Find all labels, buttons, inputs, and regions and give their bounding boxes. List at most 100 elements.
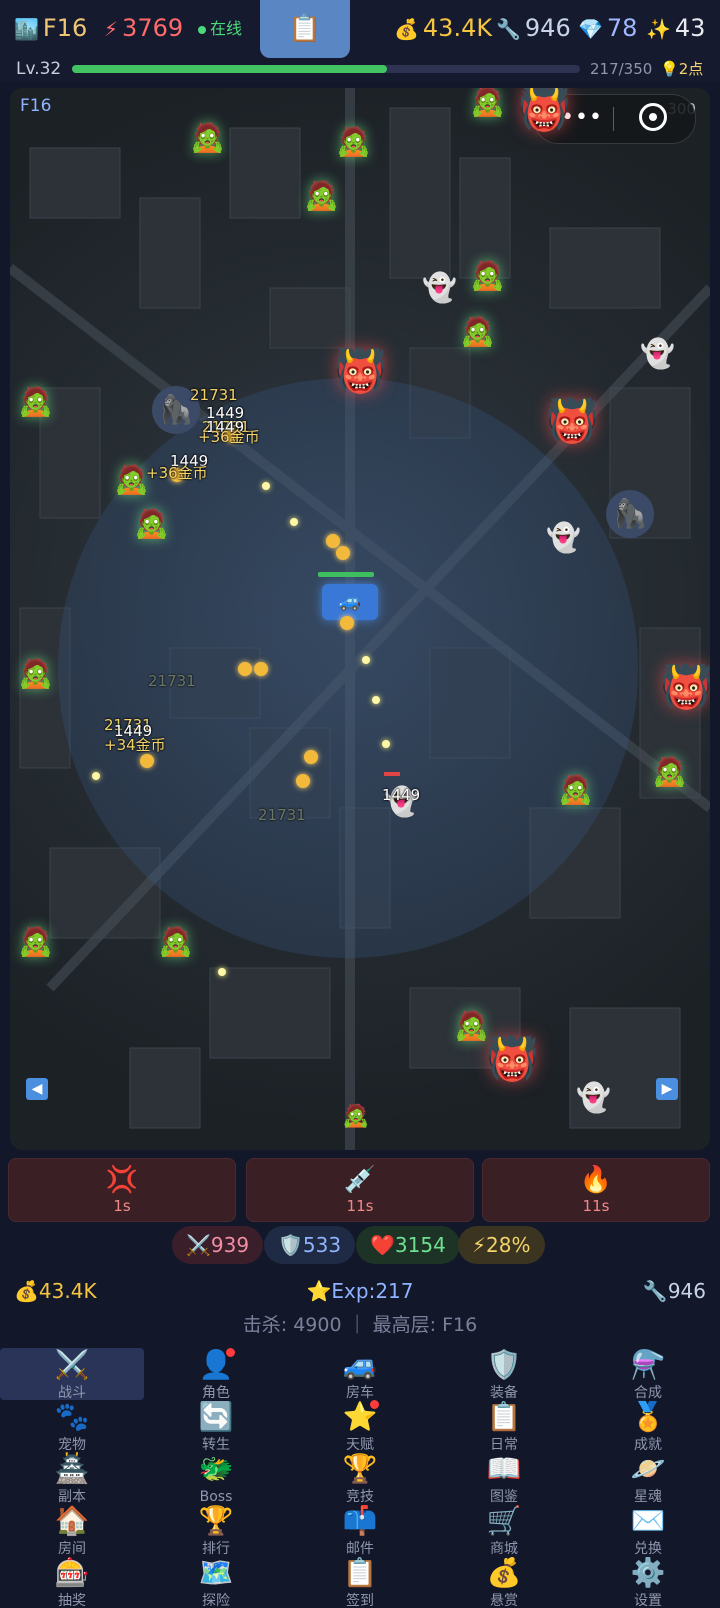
castle-icon: 🏯 [54, 1452, 90, 1485]
menu-item-battle[interactable]: ⚔️ 战斗 [0, 1348, 144, 1400]
heart-icon: ❤️ [370, 1233, 395, 1257]
menu-item-label: 签到 [346, 1593, 374, 1608]
menu-item-checkin[interactable]: 📋 签到 [288, 1556, 432, 1608]
menu-item-daily[interactable]: 📋 日常 [432, 1400, 576, 1452]
menu-item-codex[interactable]: 📖 图鉴 [432, 1452, 576, 1504]
floor-value: F16 [42, 14, 88, 42]
zombie-enemy: 🧟 [18, 385, 53, 418]
zombie-enemy: 🧟 [470, 259, 505, 292]
menu-item-pet[interactable]: 🐾 宠物 [0, 1400, 144, 1452]
menu-item-boss[interactable]: 🐲 Boss [144, 1452, 288, 1504]
clipboard-button[interactable]: 📋 [260, 0, 350, 58]
skill-slot-3[interactable]: 🔥 11s [482, 1158, 710, 1222]
gold-value: 43.4K [422, 14, 493, 42]
menu-item-lottery[interactable]: 🎰 抽奖 [0, 1556, 144, 1608]
gold-gain-text: +36金币 [198, 428, 260, 446]
menu-item-achievement[interactable]: 🏅 成就 [576, 1400, 720, 1452]
zombie-enemy: 🧟 [158, 925, 193, 958]
skill-slot-1[interactable]: 💢 1s [8, 1158, 236, 1222]
zombie-enemy: 🧟 [18, 657, 53, 690]
menu-item-star-soul[interactable]: 🪐 星魂 [576, 1452, 720, 1504]
defense-value: 533 [302, 1233, 342, 1257]
close-target-icon[interactable] [639, 103, 667, 131]
gem-stat: 💎 78 [578, 12, 637, 45]
menu-item-label: 图鉴 [490, 1489, 518, 1504]
oni-boss-enemy: 👹 [660, 662, 710, 711]
online-status: 在线 [198, 18, 242, 40]
money-bag-icon: 💰 [486, 1556, 522, 1589]
menu-item-label: 合成 [634, 1385, 662, 1400]
menu-item-equipment[interactable]: 🛡️ 装备 [432, 1348, 576, 1400]
clipboard-icon: 📋 [342, 1556, 378, 1589]
sparkles-icon: ✨ [646, 17, 671, 41]
enemy-hp-bar [384, 772, 400, 776]
bullet-projectile [262, 482, 270, 490]
menu-item-label: 房间 [58, 1541, 86, 1556]
bullet-projectile [362, 656, 370, 664]
menu-item-dungeon[interactable]: 🏯 副本 [0, 1452, 144, 1504]
scroll-left-button[interactable]: ◀ [26, 1078, 48, 1100]
menu-item-explore[interactable]: 🗺️ 探险 [144, 1556, 288, 1608]
building-icon: 🏙️ [14, 17, 39, 41]
star-icon: ⭐ [306, 1279, 332, 1303]
menu-item-label: 商城 [490, 1541, 518, 1556]
menu-item-label: 副本 [58, 1489, 86, 1504]
anger-icon: 💢 [105, 1165, 139, 1195]
menu-item-bounty[interactable]: 💰 悬赏 [432, 1556, 576, 1608]
menu-item-mail[interactable]: 📫 邮件 [288, 1504, 432, 1556]
menu-item-room[interactable]: 🏠 房间 [0, 1504, 144, 1556]
oni-boss-enemy: 👹 [518, 88, 571, 133]
menu-item-crafting[interactable]: ⚗️ 合成 [576, 1348, 720, 1400]
menu-item-character[interactable]: 👤 角色 [144, 1348, 288, 1400]
menu-item-talent[interactable]: ⭐ 天赋 [288, 1400, 432, 1452]
menu-item-rv[interactable]: 🚙 房车 [288, 1348, 432, 1400]
menu-item-label: 邮件 [346, 1541, 374, 1556]
skill-cooldown: 1s [113, 1197, 131, 1215]
map-icon: 🗺️ [198, 1556, 234, 1589]
paw-icon: 🐾 [54, 1400, 90, 1433]
medal-icon: 🏅 [630, 1400, 666, 1433]
menu-item-ranking[interactable]: 🏆 排行 [144, 1504, 288, 1556]
level-label: Lv.32 [16, 59, 62, 79]
star-icon: ⭐ [342, 1400, 378, 1433]
lightning-icon: ⚡ [472, 1233, 487, 1257]
bullet-projectile [372, 696, 380, 704]
menu-item-redeem[interactable]: ✉️ 兑换 [576, 1504, 720, 1556]
zombie-enemy: 🧟 [470, 88, 505, 118]
tool-value: 946 [524, 14, 571, 42]
skill-slot-2[interactable]: 💉 11s [246, 1158, 474, 1222]
money-bag-icon: 💰 [394, 17, 419, 41]
exp-progress-fill [72, 65, 387, 73]
wrench-icon: 🔧 [642, 1279, 668, 1303]
gold-gain-text: +34金币 [104, 736, 166, 754]
menu-item-shop[interactable]: 🛒 商城 [432, 1504, 576, 1556]
player-rv: 🚙 [322, 584, 378, 620]
menu-item-arena[interactable]: 🏆 竞技 [288, 1452, 432, 1504]
skill-points[interactable]: 💡2点 [660, 58, 703, 80]
scroll-right-button[interactable]: ▶ [656, 1078, 678, 1100]
menu-item-label: 装备 [490, 1385, 518, 1400]
menu-item-rebirth[interactable]: 🔄 转生 [144, 1400, 288, 1452]
house-icon: 🏠 [54, 1504, 90, 1537]
menu-item-settings[interactable]: ⚙️ 设置 [576, 1556, 720, 1608]
gold-coin [336, 546, 350, 560]
bullet-projectile [290, 518, 298, 526]
menu-item-label: 角色 [202, 1385, 230, 1400]
menu-item-label: 竞技 [346, 1489, 374, 1504]
game-map[interactable]: F16 300 ••• 🧟 🧟 🧟 🧟 🧟 🧟 🧟 🧟 🧟 🧟 🧟 🧟 🧟 🧟 … [10, 88, 710, 1150]
gold-coin [254, 662, 268, 676]
damage-number: 21731 [148, 672, 196, 690]
online-dot-icon [198, 25, 206, 34]
exp-text: 217/350 [590, 60, 653, 78]
crossed-swords-icon: ⚔️ [54, 1348, 90, 1381]
menu-item-label: 战斗 [58, 1385, 86, 1400]
gold-coin [304, 750, 318, 764]
wrench-icon: 🔧 [496, 17, 521, 41]
gold-coin [238, 662, 252, 676]
menu-item-label: 日常 [490, 1437, 518, 1452]
menu-item-label: 星魂 [634, 1489, 662, 1504]
lightning-icon: ⚡ [104, 17, 119, 41]
clipboard-icon: 📋 [486, 1400, 522, 1433]
oni-boss-enemy: 👹 [486, 1034, 539, 1083]
syringe-icon: 💉 [343, 1165, 377, 1195]
